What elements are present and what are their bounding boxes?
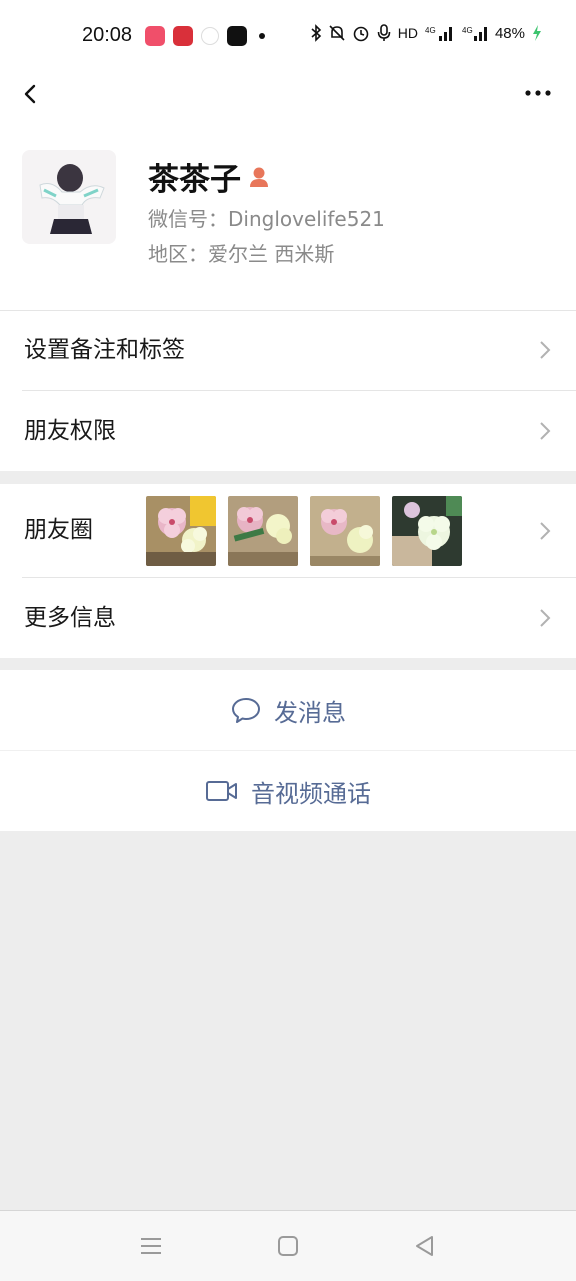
- moments-thumbnails: [146, 496, 462, 566]
- alarm-icon: [353, 26, 369, 42]
- remark-tags-label: 设置备注和标签: [24, 337, 185, 363]
- notification-icons: [145, 26, 265, 46]
- profile-name: 茶茶子: [148, 162, 241, 198]
- region: 地区：爱尔兰 西米斯: [148, 242, 335, 266]
- home-icon[interactable]: [275, 1233, 301, 1259]
- send-message-label: 发消息: [274, 698, 346, 727]
- charging-icon: [533, 25, 541, 41]
- moment-photo: [392, 496, 462, 566]
- more-info-label: 更多信息: [24, 605, 116, 631]
- chevron-right-icon: [540, 341, 551, 359]
- chevron-right-icon: [540, 522, 551, 540]
- svg-text:4G: 4G: [462, 26, 473, 35]
- moment-photo: [146, 496, 216, 566]
- back-button[interactable]: [14, 76, 50, 112]
- chevron-right-icon: [540, 422, 551, 440]
- remark-tags-row[interactable]: 设置备注和标签: [0, 310, 576, 390]
- system-status-icons: HD 4G 4G 48%: [310, 24, 542, 42]
- more-options-button[interactable]: [520, 78, 556, 108]
- chevron-right-icon: [540, 609, 551, 627]
- voice-video-call-label: 音视频通话: [251, 779, 371, 808]
- settings-group: 设置备注和标签 朋友权限: [0, 310, 576, 471]
- moments-row[interactable]: 朋友圈: [0, 484, 576, 577]
- status-time: 20:08: [82, 24, 133, 46]
- moments-label: 朋友圈: [24, 517, 93, 543]
- female-person-icon: [250, 167, 268, 187]
- more-notifications-dot: [259, 33, 265, 39]
- menu-icon[interactable]: [138, 1233, 164, 1259]
- signal-4g-icon: 4G: [425, 26, 452, 41]
- battery-percent: 48%: [494, 24, 525, 42]
- send-message-button[interactable]: 发消息: [0, 670, 576, 750]
- name-row: 茶茶子: [148, 154, 271, 199]
- moment-photo: [228, 496, 298, 566]
- moment-photo: [310, 496, 380, 566]
- mute-bell-icon: [329, 25, 345, 41]
- chat-bubble-icon: [232, 698, 260, 723]
- back-triangle-icon[interactable]: [412, 1233, 438, 1259]
- info-group: 朋友圈 更多信息: [0, 484, 576, 658]
- video-camera-icon: [206, 781, 237, 801]
- video-app-icon: [145, 26, 165, 46]
- more-info-row[interactable]: 更多信息: [0, 578, 576, 658]
- face-app-icon: [201, 27, 219, 45]
- svg-text:4G: 4G: [425, 26, 436, 35]
- signal-4g-icon-2: 4G: [462, 26, 487, 41]
- bluetooth-icon: [311, 24, 321, 42]
- avatar[interactable]: [22, 150, 116, 244]
- red-app-icon: [173, 26, 193, 46]
- tiktok-icon: [227, 26, 247, 46]
- voice-video-call-button[interactable]: 音视频通话: [0, 751, 576, 831]
- friend-permissions-label: 朋友权限: [24, 418, 116, 444]
- mic-icon: [377, 24, 391, 41]
- profile-header: 茶茶子 微信号：Dinglovelife521 地区：爱尔兰 西米斯: [0, 120, 576, 310]
- system-nav-bar: [0, 1210, 576, 1281]
- avatar-image: [22, 150, 116, 244]
- status-bar: 20:08 HD 4G 4G 48%: [0, 0, 576, 70]
- friend-permissions-row[interactable]: 朋友权限: [0, 391, 576, 471]
- top-nav: [0, 70, 576, 120]
- hd-label: HD: [397, 25, 418, 41]
- wechat-id: 微信号：Dinglovelife521: [148, 207, 385, 231]
